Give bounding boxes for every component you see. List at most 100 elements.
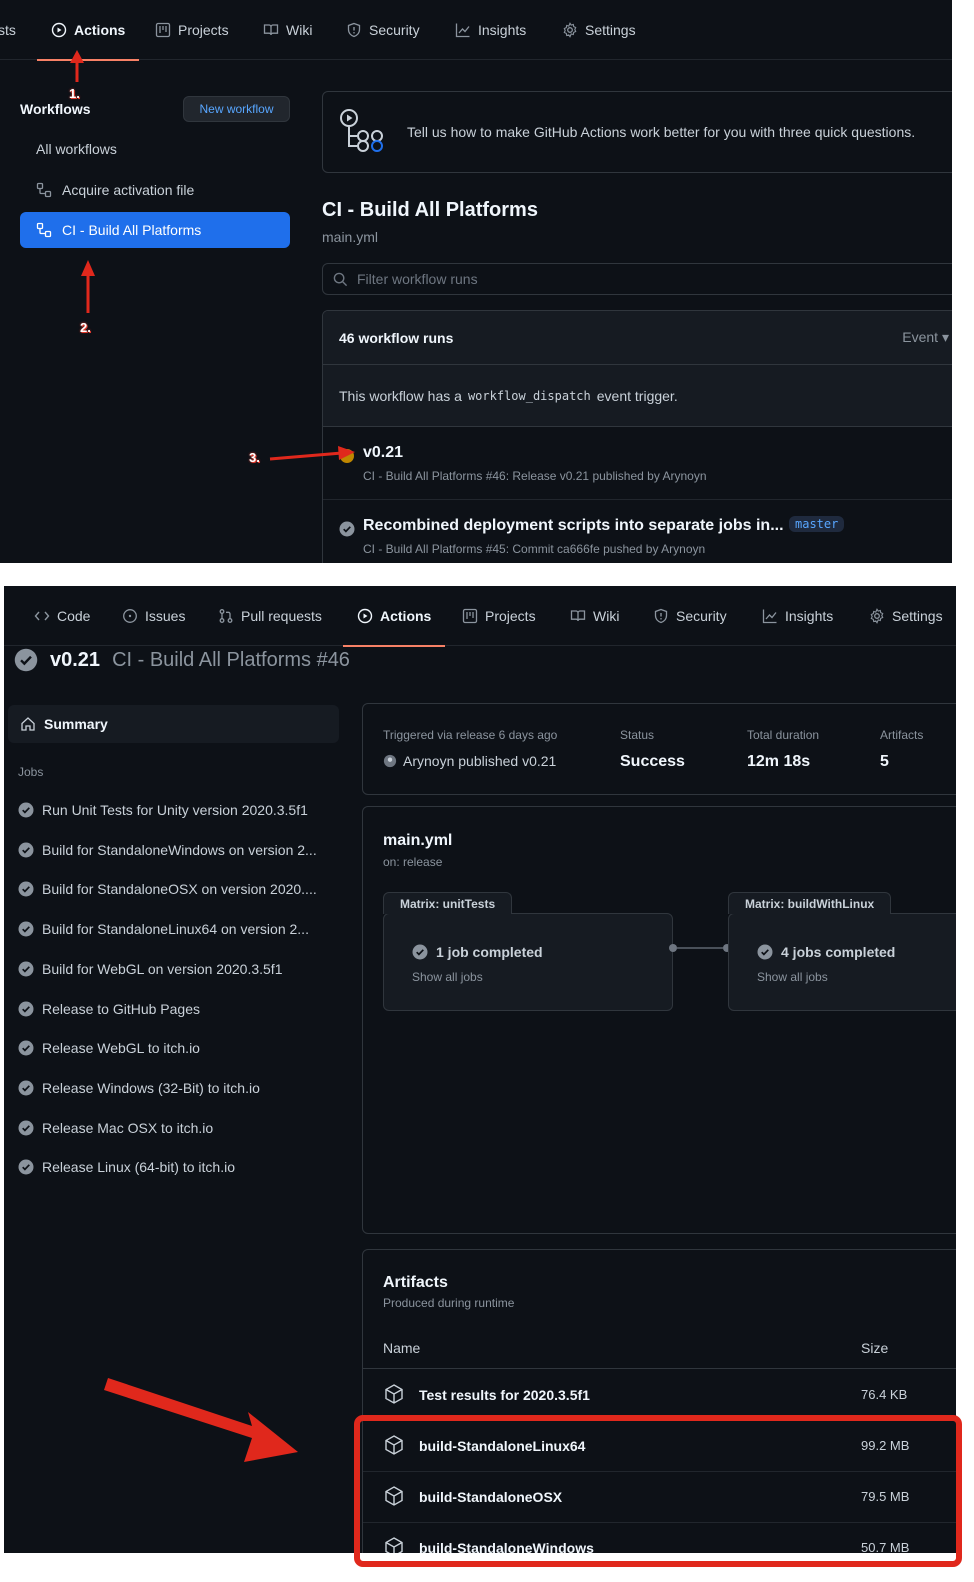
success-check-icon [18,802,34,818]
sidebar-item-acquire-activation-file[interactable]: Acquire activation file [20,172,290,208]
shield-icon [654,608,668,624]
runs-list-header: 46 workflow runs Event ▾ [323,311,952,365]
tab-issues[interactable]: Issues [122,586,185,646]
run-title[interactable]: Recombined deployment scripts into separ… [363,517,784,535]
actions-flow-icon [340,109,383,152]
tab-security[interactable]: Security [653,586,727,646]
graph-icon [762,609,777,624]
artifact-row[interactable]: Test results for 2020.3.5f1 76.4 KB [363,1370,956,1421]
package-icon [385,1384,403,1404]
project-icon [155,22,171,38]
job-label: Build for StandaloneLinux64 on version 2… [42,921,309,938]
success-check-icon [18,1080,34,1096]
workflow-file-link[interactable]: main.yml [322,229,378,245]
run-meta: CI - Build All Platforms #46: Release v0… [363,469,707,483]
artifact-row[interactable]: build-StandaloneWindows 50.7 MB [363,1523,956,1553]
active-tab-underline [343,645,446,647]
show-all-jobs-link[interactable]: Show all jobs [757,970,828,984]
event-filter-dropdown[interactable]: Event ▾ [902,329,949,346]
job-item[interactable]: Run Unit Tests for Unity version 2020.3.… [18,802,308,818]
avatar [383,754,397,768]
feedback-survey-banner[interactable]: Tell us how to make GitHub Actions work … [322,91,952,173]
artifacts-table-header: Name Size [363,1326,956,1369]
success-check-icon [18,881,34,897]
duration-stat: Total duration 12m 18s [747,728,820,770]
tab-code[interactable]: Code [34,586,90,646]
show-all-jobs-link[interactable]: Show all jobs [412,970,483,984]
book-icon [263,24,279,36]
run-name: CI - Build All Platforms #46 [112,648,350,671]
success-check-icon [18,921,34,937]
workflow-run-row[interactable]: v0.21 CI - Build All Platforms #46: Rele… [323,427,952,500]
tab-projects[interactable]: Projects [155,0,229,60]
job-label: Release WebGL to itch.io [42,1040,200,1057]
shield-icon [347,22,361,38]
matrix-build-with-linux[interactable]: Matrix: buildWithLinux 4 jobs completed … [728,892,956,1011]
workflows-heading: Workflows [20,101,91,117]
job-item[interactable]: Release to GitHub Pages [18,1001,200,1017]
trigger-stat: Triggered via release 6 days ago Arynoyn… [383,728,558,769]
code-icon [34,611,50,621]
job-item[interactable]: Release WebGL to itch.io [18,1040,200,1056]
job-item[interactable]: Release Mac OSX to itch.io [18,1120,213,1136]
success-check-icon [18,1040,34,1056]
tab-actions[interactable]: Actions [37,0,140,61]
workflow-icon [36,182,52,198]
job-item[interactable]: Release Windows (32-Bit) to itch.io [18,1080,260,1096]
summary-nav-item[interactable]: Summary [8,705,339,743]
artifact-name[interactable]: build-StandaloneOSX [419,1489,562,1505]
tab-pull-requests[interactable]: Pull requests [218,586,322,646]
tab-settings[interactable]: Settings [562,0,636,60]
workflow-run-row[interactable]: Recombined deployment scripts into separ… [323,500,952,563]
artifact-row[interactable]: build-StandaloneOSX 79.5 MB [363,1472,956,1523]
artifacts-title: Artifacts [383,1274,448,1291]
job-item[interactable]: Release Linux (64-bit) to itch.io [18,1159,235,1175]
artifact-name[interactable]: build-StandaloneLinux64 [419,1438,585,1454]
job-label: Build for WebGL on version 2020.3.5f1 [42,960,283,977]
play-icon [51,22,67,38]
graph-file-name: main.yml [383,832,453,849]
tab-actions[interactable]: Actions [343,586,446,647]
success-check-icon [339,521,355,537]
job-item[interactable]: Build for StandaloneWindows on version 2… [18,842,317,858]
tab-wiki[interactable]: Wiki [263,0,312,60]
success-check-icon [18,842,34,858]
artifacts-subtitle: Produced during runtime [383,1296,515,1310]
in-progress-status-icon [340,449,354,463]
artifact-size: 79.5 MB [861,1489,910,1504]
tab-wiki[interactable]: Wiki [570,586,619,646]
job-item[interactable]: Build for StandaloneOSX on version 2020.… [18,881,317,897]
sidebar-item-all-workflows[interactable]: All workflows [20,131,290,167]
filter-workflow-runs-input[interactable]: Filter workflow runs [322,263,952,295]
new-workflow-button[interactable]: New workflow [183,96,290,122]
job-item[interactable]: Build for StandaloneLinux64 on version 2… [18,921,309,937]
tab-settings[interactable]: Settings [869,586,943,646]
artifact-size: 99.2 MB [861,1438,910,1453]
job-label: Build for StandaloneOSX on version 2020.… [42,881,317,898]
artifact-name[interactable]: build-StandaloneWindows [419,1540,594,1553]
pull-request-icon [219,609,233,623]
success-check-icon [18,1120,34,1136]
run-heading: v0.21 CI - Build All Platforms #46 [14,648,350,672]
tab-insights[interactable]: Insights [762,586,833,646]
matrix-unit-tests[interactable]: Matrix: unitTests 1 job completed Show a… [383,892,673,1011]
issue-icon [123,609,137,623]
success-check-icon [14,648,38,672]
tab-insights[interactable]: Insights [455,0,526,60]
artifacts-stat: Artifacts 5 [880,728,924,770]
artifact-size: 50.7 MB [861,1540,910,1553]
artifact-size: 76.4 KB [861,1387,908,1402]
annotation-step-1: 1. [69,86,80,101]
run-summary-card: Triggered via release 6 days ago Arynoyn… [362,703,956,795]
run-title[interactable]: v0.21 [363,444,403,462]
artifact-name[interactable]: Test results for 2020.3.5f1 [419,1387,590,1403]
branch-badge[interactable]: master [789,516,845,532]
sidebar-item-ci-build-all-platforms[interactable]: CI - Build All Platforms [20,212,290,248]
artifact-row[interactable]: build-StandaloneLinux64 99.2 MB [363,1421,956,1472]
tab-security[interactable]: Security [346,0,420,60]
job-item[interactable]: Build for WebGL on version 2020.3.5f1 [18,961,282,977]
workflow-runs-list: 46 workflow runs Event ▾ This workflow h… [322,310,952,563]
graph-connector [669,944,731,952]
tab-projects[interactable]: Projects [462,586,536,646]
tab-partial[interactable]: sts [0,0,16,60]
